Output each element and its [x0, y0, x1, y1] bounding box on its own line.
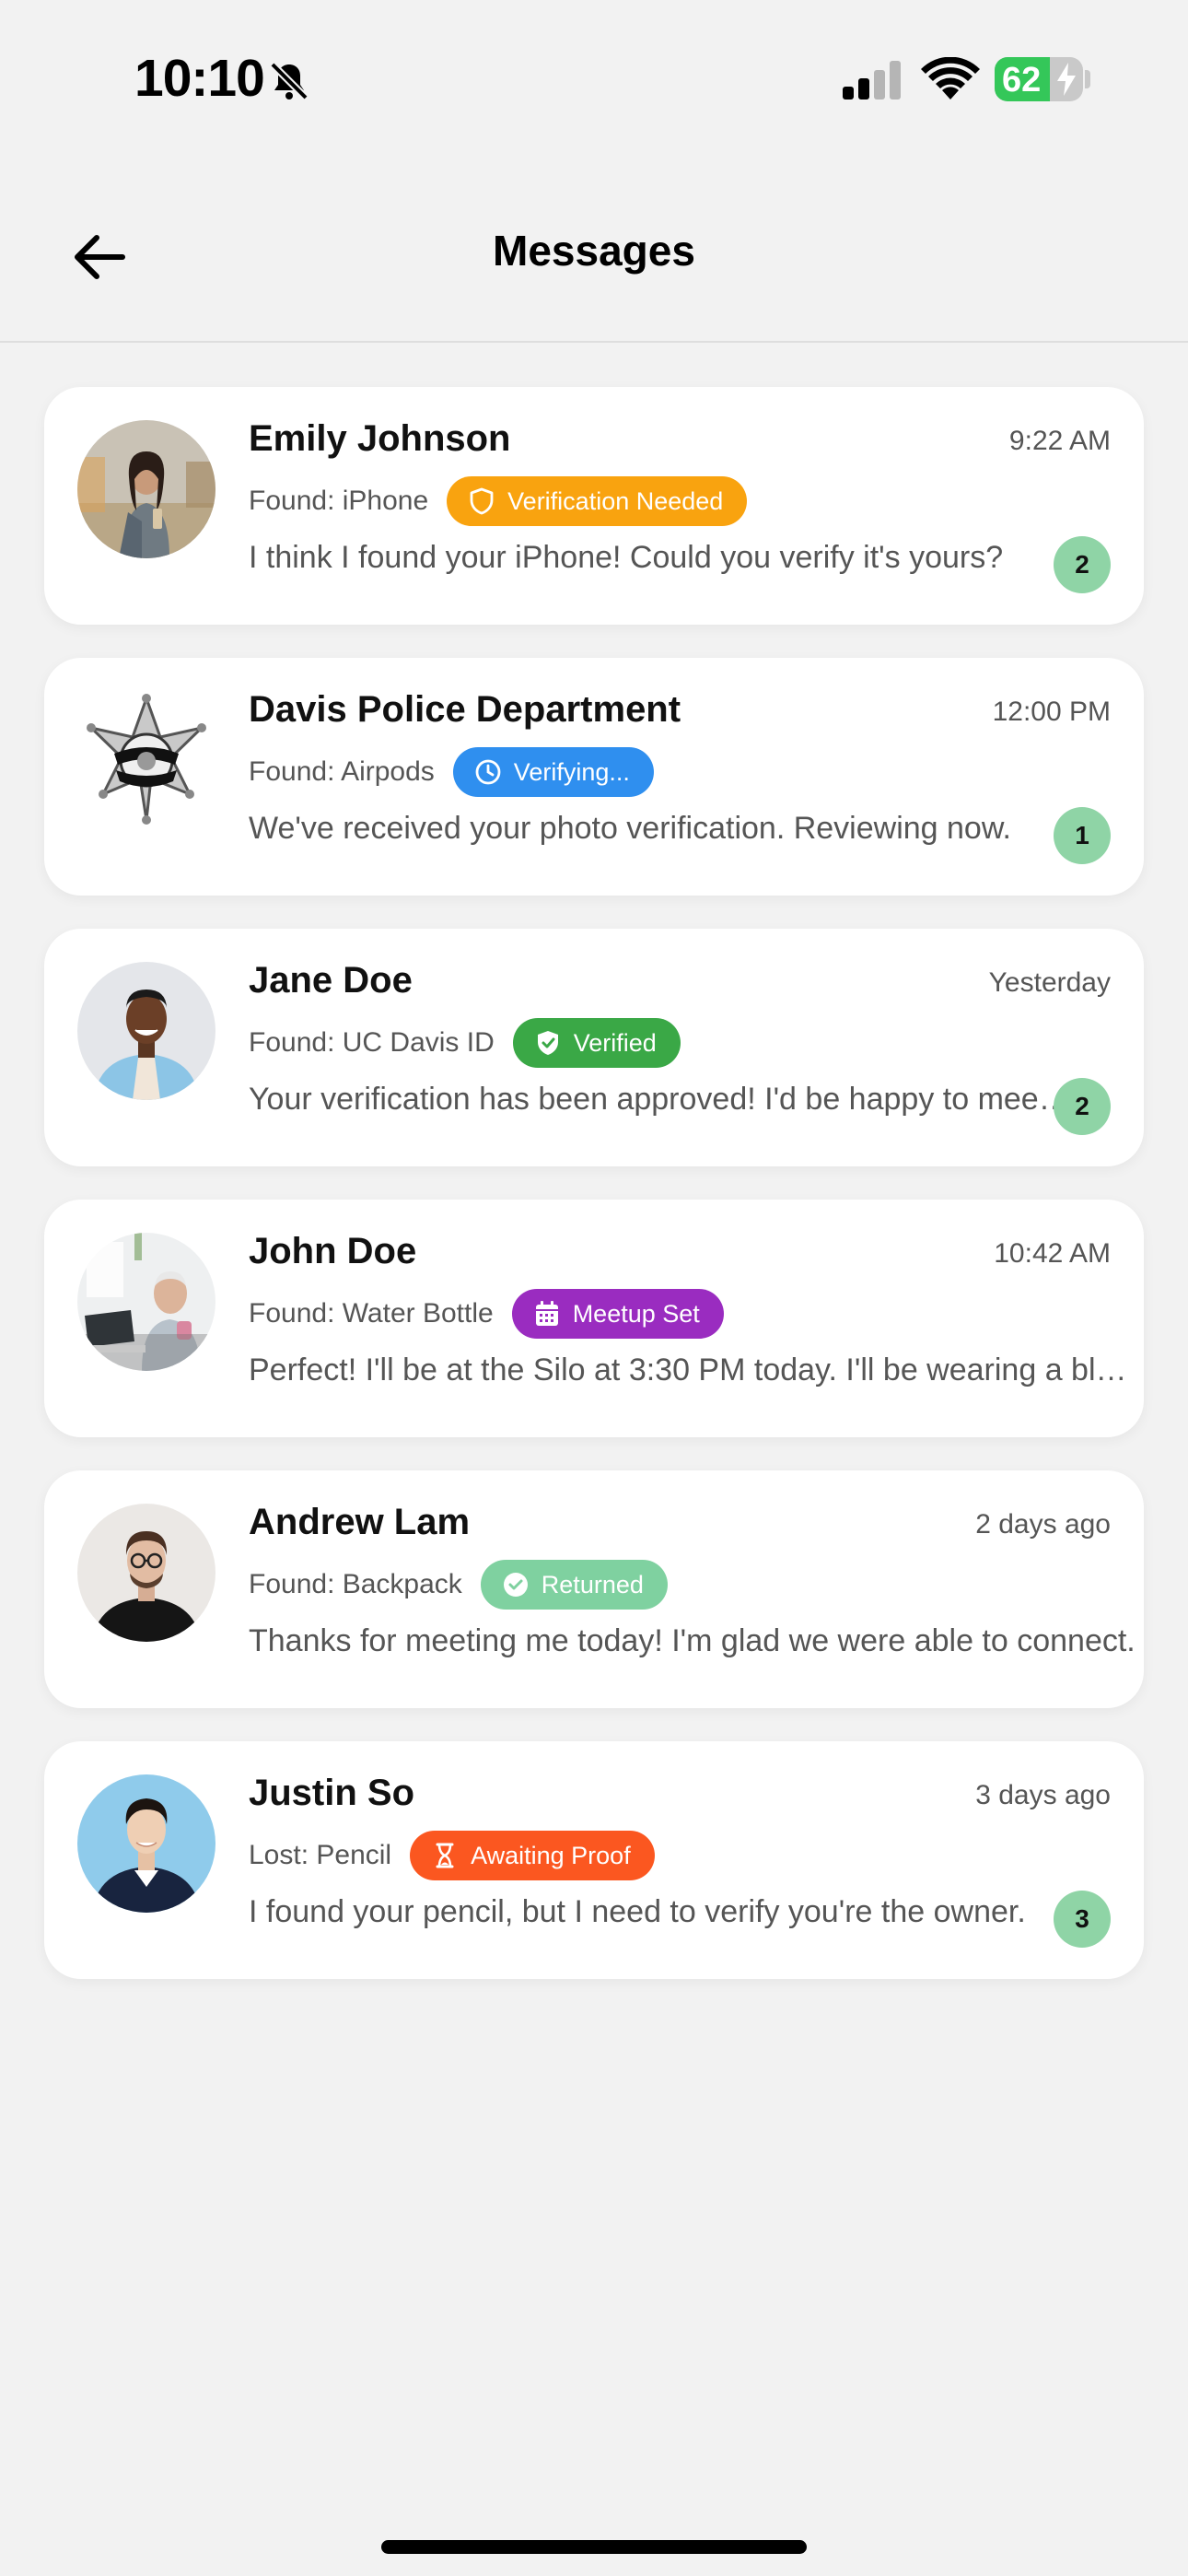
item-row: Found: UC Davis ID Verified [249, 1017, 681, 1069]
nav-bar: Messages [0, 161, 1188, 343]
item-row: Found: Backpack Returned [249, 1559, 668, 1610]
status-label: Verified [573, 1028, 657, 1057]
sender-name: Davis Police Department [249, 689, 681, 730]
item-label: Found: iPhone [249, 486, 429, 516]
unread-count: 2 [1054, 1078, 1111, 1135]
message-preview: Thanks for meeting me today! I'm glad we… [249, 1623, 1136, 1658]
message-time: Yesterday [988, 967, 1111, 998]
message-preview: Perfect! I'll be at the Silo at 3:30 PM … [249, 1352, 1144, 1388]
message-preview: I think I found your iPhone! Could you v… [249, 540, 1004, 575]
message-card[interactable]: Emily Johnson 9:22 AM Found: iPhone Veri… [44, 387, 1144, 625]
hourglass-icon [436, 1843, 454, 1868]
check-circle-icon [503, 1573, 528, 1597]
battery-cap [1085, 70, 1090, 88]
message-time: 2 days ago [975, 1509, 1111, 1540]
message-list: Emily Johnson 9:22 AM Found: iPhone Veri… [44, 387, 1144, 2012]
unread-count: 3 [1054, 1891, 1111, 1948]
avatar [77, 962, 215, 1100]
status-badge[interactable]: Awaiting Proof [410, 1831, 655, 1880]
item-label: Found: Airpods [249, 756, 435, 787]
item-row: Found: Water Bottle Meetup Set [249, 1288, 724, 1340]
cellular-signal-icon [843, 61, 901, 100]
status-badge[interactable]: Returned [480, 1560, 668, 1610]
shield-check-icon [537, 1031, 558, 1055]
status-badge[interactable]: Meetup Set [511, 1289, 724, 1339]
charging-bolt-icon [1057, 63, 1076, 96]
davis-police-badge [77, 691, 215, 829]
avatar [77, 1504, 215, 1642]
page-title: Messages [493, 227, 695, 275]
status-label: Verification Needed [507, 486, 724, 515]
avatar [77, 420, 215, 558]
wifi-icon [921, 57, 980, 100]
message-card[interactable]: John Doe 10:42 AM Found: Water Bottle Me… [44, 1200, 1144, 1437]
message-card[interactable]: Justin So 3 days ago Lost: Pencil Awaiti… [44, 1741, 1144, 1979]
item-label: Found: UC Davis ID [249, 1027, 495, 1058]
home-indicator[interactable] [381, 2540, 807, 2554]
message-time: 10:42 AM [994, 1238, 1111, 1269]
sender-name: Jane Doe [249, 960, 413, 1001]
battery-indicator: 62 [995, 57, 1083, 101]
shield-icon [470, 487, 494, 515]
avatar [77, 1774, 215, 1913]
status-time: 10:10 [134, 49, 265, 108]
unread-count: 1 [1054, 807, 1111, 864]
clock-icon [475, 759, 501, 785]
message-time: 3 days ago [975, 1780, 1111, 1810]
woman-portrait-avatar [77, 420, 215, 558]
message-preview: We've received your photo verification. … [249, 811, 1011, 846]
sender-name: Emily Johnson [249, 418, 511, 459]
avatar [77, 1233, 215, 1371]
status-badge[interactable]: Verified [512, 1018, 681, 1068]
item-label: Lost: Pencil [249, 1840, 392, 1870]
message-card[interactable]: Davis Police Department 12:00 PM Found: … [44, 658, 1144, 896]
item-row: Lost: Pencil Awaiting Proof [249, 1830, 655, 1881]
message-preview: I found your pencil, but I need to verif… [249, 1894, 1026, 1929]
message-time: 9:22 AM [1008, 426, 1111, 456]
message-preview: Your verification has been approved! I'd… [249, 1082, 1077, 1117]
message-card[interactable]: Jane Doe Yesterday Found: UC Davis ID Ve… [44, 929, 1144, 1166]
status-label: Awaiting Proof [471, 1841, 631, 1869]
young-man-avatar [77, 1774, 215, 1913]
status-badge[interactable]: Verification Needed [447, 476, 748, 526]
status-badge[interactable]: Verifying... [452, 747, 654, 797]
sender-name: John Doe [249, 1231, 417, 1271]
older-man-laptop-avatar [77, 1233, 215, 1371]
status-bar: 10:10 62 [0, 0, 1188, 161]
woman-smiling-avatar [77, 962, 215, 1100]
status-label: Verifying... [513, 757, 630, 786]
bell-slash-icon [270, 62, 309, 100]
item-label: Found: Water Bottle [249, 1298, 494, 1329]
item-row: Found: iPhone Verification Needed [249, 475, 748, 527]
sender-name: Andrew Lam [249, 1502, 471, 1542]
calendar-icon [535, 1301, 558, 1326]
battery-level: 62 [1002, 61, 1042, 100]
message-time: 12:00 PM [992, 697, 1111, 727]
status-label: Returned [541, 1570, 644, 1598]
sender-name: Justin So [249, 1773, 415, 1813]
message-card[interactable]: Andrew Lam 2 days ago Found: Backpack Re… [44, 1470, 1144, 1708]
unread-count: 2 [1054, 536, 1111, 593]
man-glasses-avatar [77, 1504, 215, 1642]
avatar [77, 691, 215, 829]
item-row: Found: Airpods Verifying... [249, 746, 654, 798]
item-label: Found: Backpack [249, 1569, 462, 1599]
status-label: Meetup Set [572, 1299, 700, 1328]
